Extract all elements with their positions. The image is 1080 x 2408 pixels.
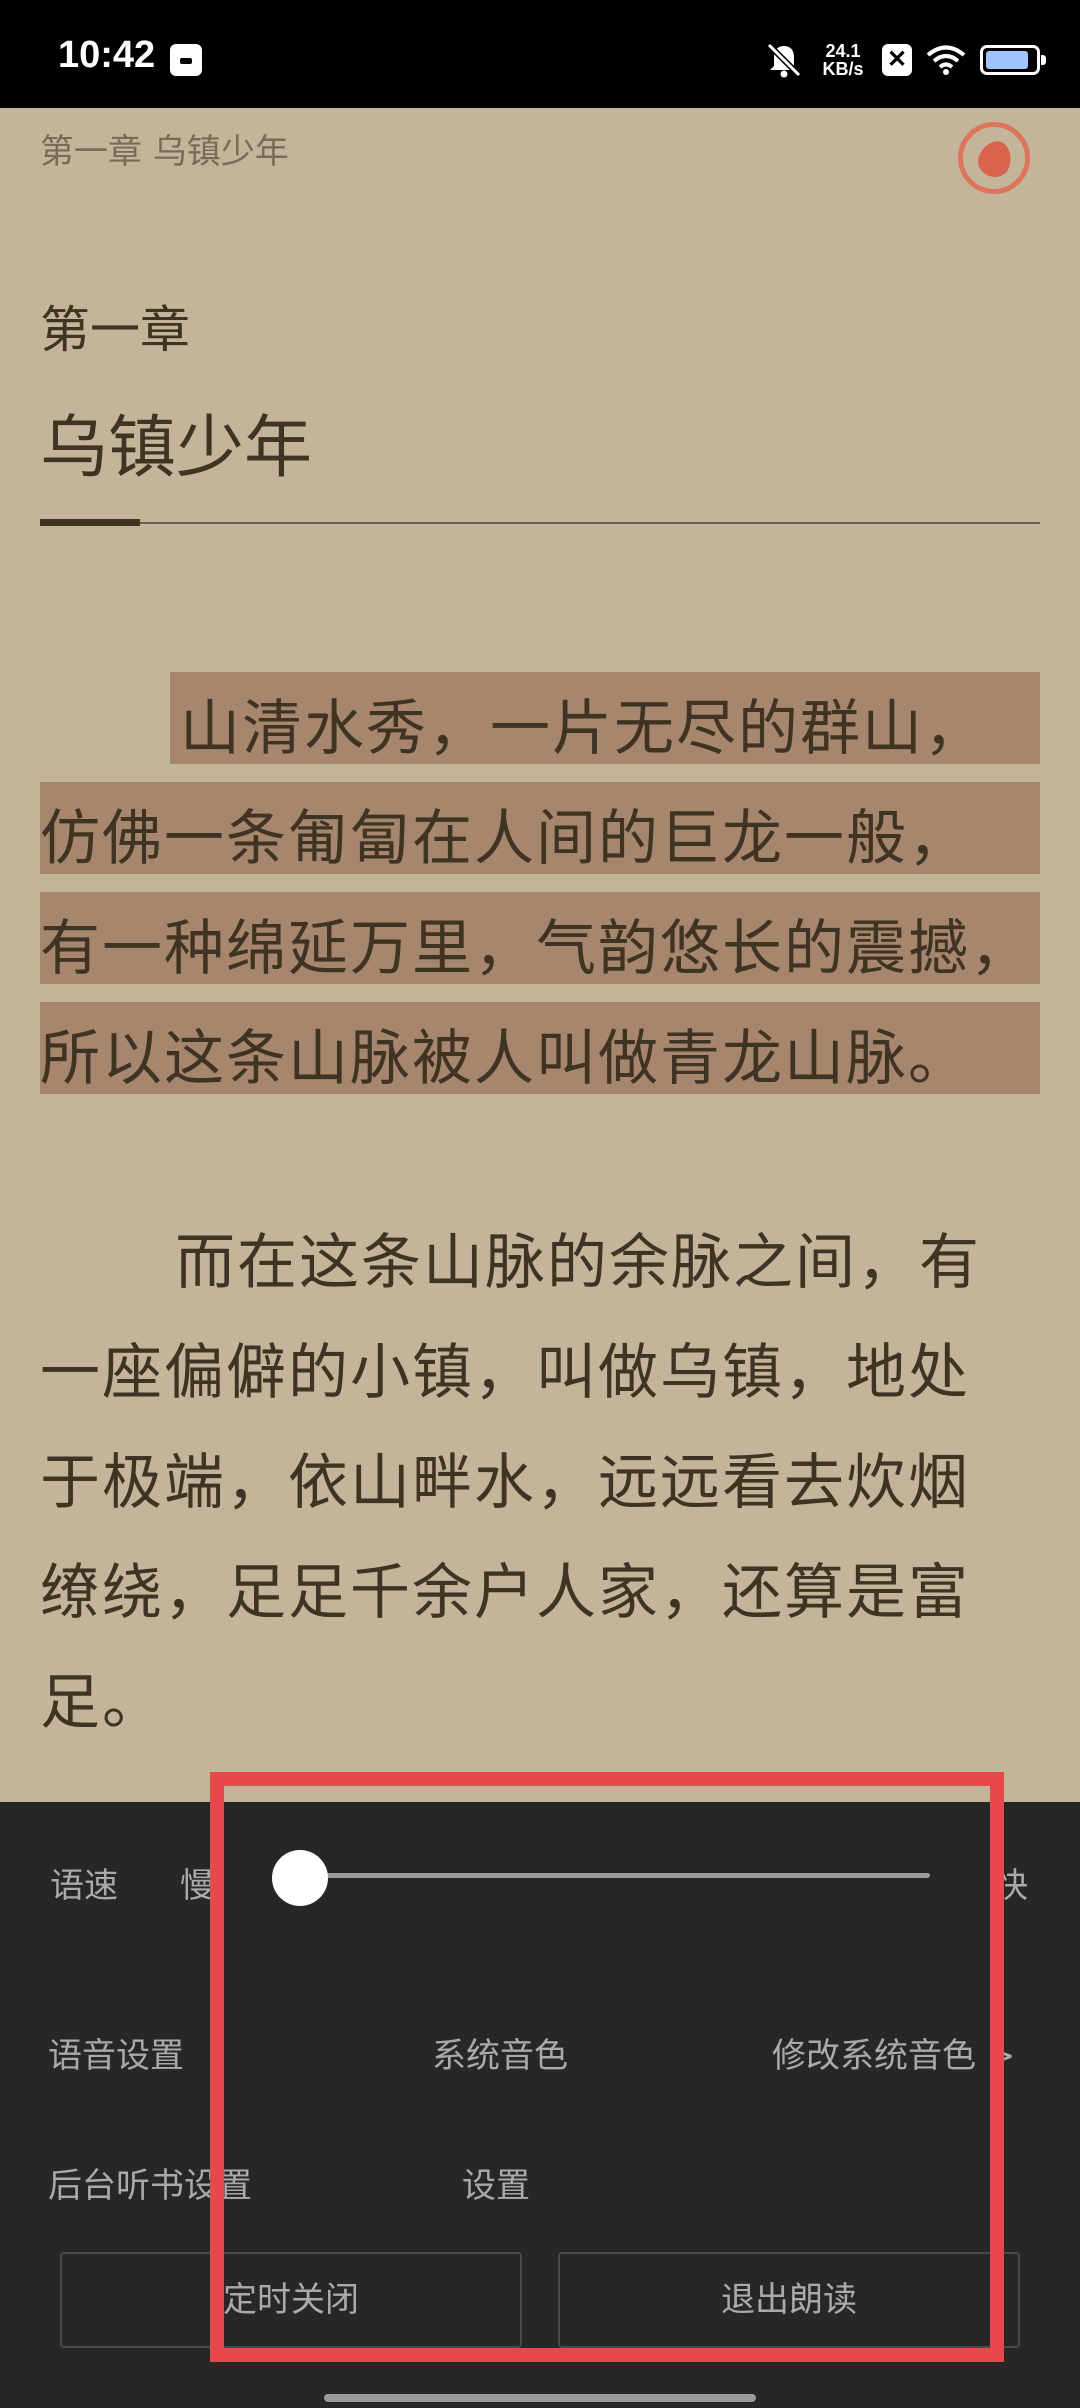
app-notification-icon	[170, 44, 202, 76]
title-divider	[40, 522, 1040, 524]
home-indicator[interactable]	[324, 2394, 756, 2402]
background-settings-link[interactable]: 设置	[462, 2158, 530, 2207]
voice-value[interactable]: 系统音色	[432, 2028, 568, 2077]
listen-floating-icon[interactable]	[958, 122, 1030, 194]
wifi-icon	[926, 45, 966, 75]
net-speed: 24.1 KB/s	[818, 42, 868, 78]
status-bar: 10:42 24.1 KB/s ✕	[0, 0, 1080, 108]
running-header: 第一章 乌镇少年	[40, 132, 289, 172]
voice-settings-label: 语音设置	[48, 2036, 184, 2076]
timer-off-button[interactable]: 定时关闭	[60, 2252, 522, 2348]
text-line: 足。	[40, 1668, 164, 1738]
chapter-number: 第一章	[40, 301, 190, 359]
close-box-icon: ✕	[882, 44, 912, 76]
text-line: 于极端，依山畔水，远远看去炊烟	[40, 1448, 970, 1518]
text-line: 山清水秀，一片无尽的群山，	[180, 694, 986, 764]
speed-slider-track[interactable]	[300, 1873, 930, 1878]
net-speed-value: 24.1	[825, 41, 861, 61]
bell-muted-icon	[766, 42, 802, 78]
text-line: 仿佛一条匍匐在人间的巨龙一般，	[40, 804, 970, 874]
text-line: 而在这条山脉的余脉之间，有	[175, 1228, 981, 1298]
chapter-title: 乌镇少年	[40, 409, 313, 488]
speed-label: 语速	[50, 1866, 118, 1906]
background-listening-label: 后台听书设置	[48, 2166, 252, 2206]
net-speed-unit: KB/s	[822, 59, 864, 79]
speed-slider-thumb[interactable]	[272, 1850, 328, 1906]
status-icons: 24.1 KB/s ✕	[764, 38, 1046, 82]
text-line: 缭绕，足足千余户人家，还算是富	[40, 1558, 970, 1628]
speed-fast-label: 快	[994, 1866, 1028, 1906]
speed-slow-label: 慢	[180, 1866, 214, 1906]
exit-reading-button[interactable]: 退出朗读	[558, 2252, 1020, 2348]
battery-icon	[980, 45, 1046, 75]
text-line: 有一种绵延万里，气韵悠长的震撼，	[40, 914, 1032, 984]
text-line: 一座偏僻的小镇，叫做乌镇，地处	[40, 1338, 970, 1408]
modify-voice-link[interactable]: 修改系统音色 >	[772, 2028, 1015, 2077]
text-line: 所以这条山脉被人叫做青龙山脉。	[40, 1024, 970, 1094]
title-divider-accent	[40, 519, 140, 526]
status-time: 10:42	[58, 34, 156, 76]
